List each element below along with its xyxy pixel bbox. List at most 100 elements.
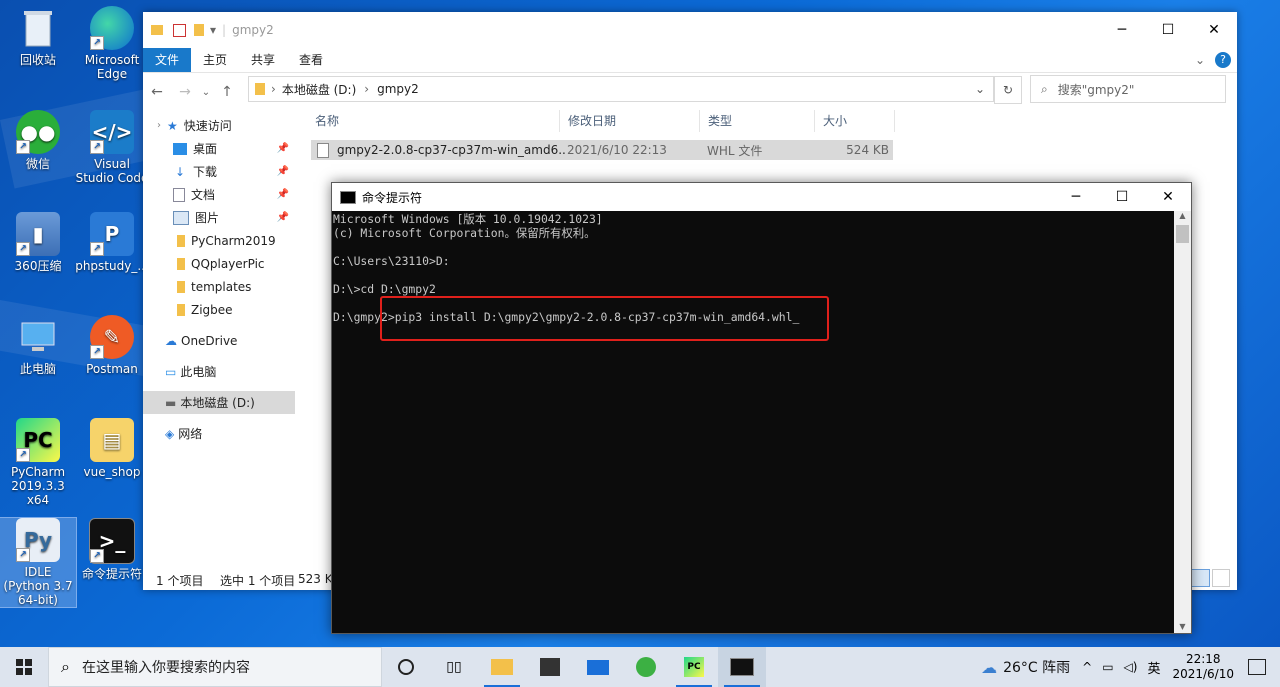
desktop-icon-idle[interactable]: Py ↗ IDLE (Python 3.7 64-bit) — [0, 517, 77, 608]
desktop-icon-edge[interactable]: ↗ Microsoft Edge — [74, 6, 150, 81]
desktop-icon-label: 回收站 — [19, 53, 56, 67]
show-hidden-icons[interactable]: ^ — [1082, 660, 1092, 674]
column-header-name[interactable]: 名称 — [307, 110, 560, 132]
desktop-icon-this-pc[interactable]: 此电脑 — [0, 315, 76, 376]
close-button[interactable]: ✕ — [1191, 22, 1237, 38]
archive-icon: ▮ ↗ — [16, 212, 60, 256]
ime-indicator[interactable]: 英 — [1147, 658, 1160, 677]
nav-this-pc[interactable]: ▭ 此电脑 — [143, 360, 295, 383]
taskbar-search-box[interactable]: ⌕ 在这里输入你要搜索的内容 — [48, 647, 382, 687]
forward-button[interactable]: → — [171, 84, 199, 100]
desktop-icon-vscode[interactable]: </> ↗ Visual Studio Code — [74, 110, 150, 185]
nav-item-pycharm2019[interactable]: PyCharm2019 — [143, 229, 295, 252]
help-icon[interactable]: ? — [1215, 52, 1231, 68]
taskbar-store[interactable] — [526, 647, 574, 687]
nav-item-desktop[interactable]: 桌面 📌 — [143, 137, 295, 160]
nav-quick-access[interactable]: › ★ 快速访问 — [143, 114, 295, 137]
desktop-icon-recycle-bin[interactable]: 回收站 — [0, 6, 76, 67]
scroll-up-arrow[interactable]: ▲ — [1174, 211, 1191, 225]
recent-locations-icon[interactable]: ⌄ — [199, 87, 213, 98]
breadcrumb-gmpy2[interactable]: gmpy2 — [377, 82, 419, 96]
search-icon: ⌕ — [1041, 81, 1048, 96]
scroll-down-arrow[interactable]: ▼ — [1174, 622, 1191, 631]
taskbar-app-green[interactable] — [622, 647, 670, 687]
expand-ribbon-icon[interactable]: ⌄ — [1195, 53, 1205, 67]
large-icons-view-button[interactable] — [1212, 569, 1230, 587]
status-selected: 选中 1 个项目 — [220, 574, 296, 588]
breadcrumb-local-disk[interactable]: 本地磁盘 (D:) — [282, 81, 356, 98]
tab-view[interactable]: 查看 — [287, 48, 335, 72]
status-item-count: 1 个项目 — [156, 574, 204, 588]
cortana-button[interactable] — [382, 647, 430, 687]
volume-icon[interactable]: ◁) — [1124, 660, 1138, 674]
address-dropdown-icon[interactable]: ⌄ — [975, 82, 985, 96]
weather-text[interactable]: 26°C 阵雨 — [1003, 657, 1070, 677]
drive-icon: ▬ — [165, 395, 177, 410]
cloud-icon: ☁ — [165, 333, 177, 348]
refresh-button[interactable]: ↻ — [994, 76, 1022, 104]
taskbar-file-explorer[interactable] — [478, 647, 526, 687]
column-header-type[interactable]: 类型 — [700, 110, 815, 132]
new-folder-icon[interactable] — [194, 24, 204, 36]
circle-icon — [398, 659, 414, 675]
file-row[interactable]: gmpy2-2.0.8-cp37-cp37m-win_amd6... 2021/… — [311, 140, 893, 160]
folder-icon — [151, 25, 163, 35]
customize-toolbar-icon[interactable]: ▾ — [210, 23, 216, 37]
minimize-button[interactable]: ─ — [1099, 22, 1145, 38]
cmd-minimize-button[interactable]: ─ — [1053, 189, 1099, 205]
cmd-scrollbar[interactable]: ▲ ▼ — [1174, 211, 1191, 633]
cmd-maximize-button[interactable]: ☐ — [1099, 189, 1145, 205]
clock[interactable]: 22:18 2021/6/10 — [1172, 652, 1234, 682]
desktop-icon-phpstudy[interactable]: P ↗ phpstudy_... — [74, 212, 150, 273]
pin-icon: 📌 — [276, 166, 289, 177]
column-header-size[interactable]: 大小 — [815, 110, 895, 132]
search-field[interactable]: ⌕ 搜索"gmpy2" — [1030, 75, 1226, 103]
folder-icon — [177, 234, 185, 247]
address-bar[interactable]: › 本地磁盘 (D:) › gmpy2 ⌄ — [248, 76, 994, 102]
taskbar-mail[interactable] — [574, 647, 622, 687]
recycle-bin-icon — [16, 6, 60, 50]
notification-icon[interactable] — [1248, 659, 1266, 675]
up-button[interactable]: ↑ — [213, 84, 241, 100]
desktop-icon-vue-shop[interactable]: ▤ vue_shop — [74, 418, 150, 479]
nav-item-documents[interactable]: 文档 📌 — [143, 183, 295, 206]
desktop-icon-label: 命令提示符 — [81, 567, 142, 581]
desktop-icon-wechat[interactable]: ●● ↗ 微信 — [0, 110, 76, 171]
desktop-icon-360zip[interactable]: ▮ ↗ 360压缩 — [0, 212, 76, 273]
column-header-modified[interactable]: 修改日期 — [560, 110, 700, 132]
properties-icon[interactable] — [173, 23, 186, 37]
tab-home[interactable]: 主页 — [191, 48, 239, 72]
nav-network[interactable]: ◈ 网络 — [143, 422, 295, 445]
details-view-button[interactable] — [1190, 569, 1210, 587]
taskbar-cmd[interactable] — [718, 647, 766, 687]
nav-item-qqplayerpic[interactable]: QQplayerPic — [143, 252, 295, 275]
nav-item-zigbee[interactable]: Zigbee — [143, 298, 295, 321]
network-icon: ◈ — [165, 426, 175, 441]
tab-file[interactable]: 文件 — [143, 48, 192, 72]
file-icon — [317, 142, 329, 158]
taskbar-pycharm[interactable]: PC — [670, 647, 718, 687]
nav-local-disk[interactable]: ▬ 本地磁盘 (D:) — [143, 391, 295, 414]
nav-label: OneDrive — [181, 333, 238, 348]
app-icon — [636, 657, 656, 677]
maximize-button[interactable]: ☐ — [1145, 22, 1191, 38]
nav-item-templates[interactable]: templates — [143, 275, 295, 298]
desktop-icon-label: Visual Studio Code — [75, 157, 149, 185]
nav-item-downloads[interactable]: ↓ 下载 📌 — [143, 160, 295, 183]
task-view-button[interactable]: ▯▯ — [430, 647, 478, 687]
back-button[interactable]: ← — [143, 84, 171, 100]
tab-share[interactable]: 共享 — [239, 48, 287, 72]
console-line: (c) Microsoft Corporation。保留所有权利。 — [333, 226, 596, 240]
desktop-icon-cmd[interactable]: >_ ↗ 命令提示符 — [74, 518, 150, 581]
nav-onedrive[interactable]: ☁ OneDrive — [143, 329, 295, 352]
network-icon[interactable]: ▭ — [1102, 660, 1113, 674]
scroll-thumb[interactable] — [1176, 225, 1189, 243]
desktop-icon-pycharm[interactable]: PC ↗ PyCharm 2019.3.3 x64 — [0, 418, 76, 507]
desktop-icon-postman[interactable]: ✎ ↗ Postman — [74, 315, 150, 376]
nav-item-pictures[interactable]: 图片 📌 — [143, 206, 295, 229]
search-placeholder: 搜索"gmpy2" — [1057, 82, 1135, 97]
store-icon — [540, 658, 560, 676]
taskbar: ⌕ 在这里输入你要搜索的内容 ▯▯ PC ☁ 26°C 阵雨 ^ ▭ ◁) 英 … — [0, 647, 1280, 687]
cmd-close-button[interactable]: ✕ — [1145, 189, 1191, 205]
start-button[interactable] — [0, 647, 48, 687]
